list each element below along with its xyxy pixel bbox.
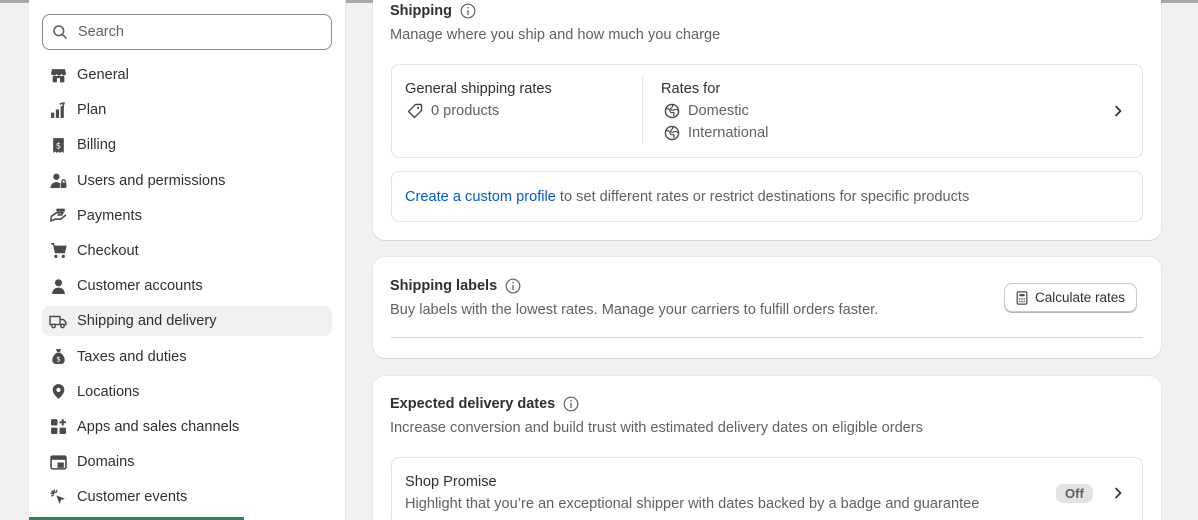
custom-profile-rest: to set different rates or restrict desti… bbox=[555, 189, 970, 205]
button-label: Calculate rates bbox=[1035, 290, 1126, 305]
settings-sidebar: General Plan $ Billing Users and permiss… bbox=[29, 0, 346, 520]
sidebar-item-label: Checkout bbox=[77, 242, 139, 259]
delivery-dates-description: Increase conversion and build trust with… bbox=[390, 420, 923, 436]
shipping-labels-card: Shipping labels Buy labels with the lowe… bbox=[373, 257, 1161, 358]
sidebar-item-general[interactable]: General bbox=[42, 60, 332, 90]
shop-promise-description: Highlight that you’re an exceptional shi… bbox=[405, 496, 980, 512]
users-icon bbox=[49, 172, 67, 190]
payments-icon bbox=[49, 207, 67, 225]
tag-icon bbox=[407, 103, 423, 119]
search-box[interactable] bbox=[42, 14, 332, 50]
sidebar-item-label: Domains bbox=[77, 454, 135, 471]
domains-icon bbox=[49, 453, 67, 471]
sidebar-item-payments[interactable]: Payments bbox=[42, 201, 332, 231]
products-count: 0 products bbox=[431, 103, 500, 119]
sidebar-item-checkout[interactable]: Checkout bbox=[42, 236, 332, 266]
sidebar-item-apps[interactable]: Apps and sales channels bbox=[42, 412, 332, 442]
apps-icon bbox=[49, 418, 67, 436]
zone-domestic: Domestic bbox=[664, 103, 749, 119]
shipping-description: Manage where you ship and how much you c… bbox=[390, 27, 721, 43]
status-badge: Off bbox=[1056, 484, 1093, 503]
rates-for-label: Rates for bbox=[661, 81, 721, 97]
delivery-dates-title: Expected delivery dates bbox=[390, 396, 579, 412]
products-count-row: 0 products bbox=[407, 103, 499, 119]
sidebar-item-taxes[interactable]: $ Taxes and duties bbox=[42, 342, 332, 372]
custom-profile-text: Create a custom profile to set different… bbox=[405, 189, 969, 205]
card-title-text: Shipping bbox=[390, 3, 453, 19]
sidebar-item-label: Plan bbox=[77, 102, 107, 119]
receipt-icon: $ bbox=[49, 136, 67, 154]
calculate-rates-button[interactable]: Calculate rates bbox=[1004, 283, 1138, 312]
expected-delivery-card: Expected delivery dates Increase convers… bbox=[373, 376, 1161, 520]
sidebar-item-label: Taxes and duties bbox=[77, 348, 187, 365]
truck-icon bbox=[49, 312, 67, 330]
zone-label: International bbox=[688, 125, 769, 141]
sidebar-item-plan[interactable]: Plan bbox=[42, 95, 332, 125]
sidebar-item-label: Billing bbox=[77, 137, 116, 154]
custom-profile-box: Create a custom profile to set different… bbox=[391, 171, 1143, 222]
sidebar-item-users[interactable]: Users and permissions bbox=[42, 166, 332, 196]
search-input[interactable] bbox=[78, 24, 318, 40]
zone-label: Domestic bbox=[688, 103, 749, 119]
sidebar-item-label: Locations bbox=[77, 383, 140, 400]
sidebar-item-customer-accounts[interactable]: Customer accounts bbox=[42, 271, 332, 301]
shop-promise-row[interactable]: Shop Promise Highlight that you’re an ex… bbox=[391, 457, 1143, 520]
search-icon bbox=[53, 25, 67, 39]
shipping-title: Shipping bbox=[390, 3, 476, 19]
svg-text:$: $ bbox=[56, 354, 61, 363]
sidebar-item-shipping[interactable]: Shipping and delivery bbox=[42, 306, 332, 337]
sidebar-item-label: Apps and sales channels bbox=[77, 418, 240, 435]
shipping-labels-description: Buy labels with the lowest rates. Manage… bbox=[390, 302, 879, 318]
sidebar-item-domains[interactable]: Domains bbox=[42, 447, 332, 477]
card-divider bbox=[391, 337, 1143, 338]
sidebar-item-label: Shipping and delivery bbox=[77, 313, 217, 330]
vertical-divider bbox=[642, 77, 643, 143]
sidebar-item-customer-events[interactable]: Customer events bbox=[42, 482, 332, 512]
cart-icon bbox=[49, 242, 67, 260]
globe-icon bbox=[664, 125, 680, 141]
shipping-card: Shipping Manage where you ship and how m… bbox=[373, 0, 1161, 240]
general-rates-title: General shipping rates bbox=[405, 81, 552, 97]
money-bag-icon: $ bbox=[49, 348, 67, 366]
sidebar-item-label: Payments bbox=[77, 207, 142, 224]
info-icon[interactable] bbox=[563, 396, 579, 412]
plan-icon bbox=[49, 101, 67, 119]
cursor-click-icon bbox=[49, 488, 67, 506]
sidebar-item-locations[interactable]: Locations bbox=[42, 377, 332, 407]
card-title-text: Shipping labels bbox=[390, 278, 498, 294]
chevron-right-icon[interactable] bbox=[1110, 485, 1126, 501]
svg-text:$: $ bbox=[55, 142, 60, 152]
sidebar-item-label: General bbox=[77, 67, 129, 83]
sidebar-item-label: Customer accounts bbox=[77, 278, 203, 295]
sidebar-item-label: Users and permissions bbox=[77, 172, 226, 189]
info-icon[interactable] bbox=[505, 278, 521, 294]
calculator-icon bbox=[1016, 290, 1028, 305]
chevron-right-icon[interactable] bbox=[1110, 103, 1126, 119]
settings-nav: General Plan $ Billing Users and permiss… bbox=[42, 60, 332, 517]
shop-promise-title: Shop Promise bbox=[405, 474, 497, 490]
zone-international: International bbox=[664, 125, 768, 141]
globe-icon bbox=[664, 103, 680, 119]
card-title-text: Expected delivery dates bbox=[390, 396, 556, 412]
shipping-labels-title: Shipping labels bbox=[390, 278, 521, 294]
sidebar-item-billing[interactable]: $ Billing bbox=[42, 130, 332, 160]
sidebar-item-label: Customer events bbox=[77, 489, 188, 506]
create-custom-profile-link[interactable]: Create a custom profile bbox=[405, 189, 556, 205]
store-icon bbox=[49, 66, 67, 84]
person-icon bbox=[49, 277, 67, 295]
info-icon[interactable] bbox=[460, 3, 476, 19]
location-pin-icon bbox=[49, 383, 67, 401]
general-shipping-rates-box[interactable]: General shipping rates 0 products Rates … bbox=[391, 64, 1143, 158]
